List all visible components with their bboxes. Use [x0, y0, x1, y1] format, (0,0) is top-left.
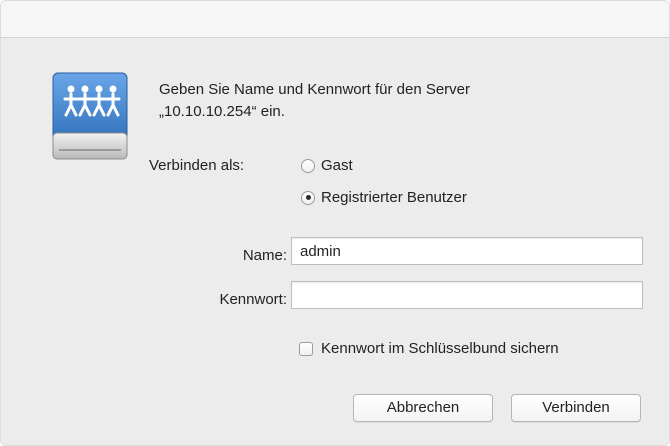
- dialog-message: Geben Sie Name und Kennwort für den Serv…: [159, 79, 639, 123]
- message-line-2: „10.10.10.254“ ein.: [159, 103, 285, 120]
- radio-registered-user[interactable]: Registrierter Benutzer: [301, 189, 467, 206]
- radio-guest-label: Gast: [321, 157, 353, 174]
- keychain-option[interactable]: Kennwort im Schlüsselbund sichern: [299, 340, 559, 357]
- name-field[interactable]: [291, 237, 643, 265]
- radio-guest[interactable]: Gast: [301, 157, 353, 174]
- radio-guest-button[interactable]: [301, 158, 315, 173]
- password-label: Kennwort:: [219, 291, 287, 308]
- login-dialog: Geben Sie Name und Kennwort für den Serv…: [0, 0, 670, 446]
- dialog-titlebar: [1, 1, 669, 38]
- radio-registered-user-button[interactable]: [301, 190, 315, 205]
- password-field[interactable]: [291, 281, 643, 309]
- message-line-1: Geben Sie Name und Kennwort für den Serv…: [159, 81, 471, 98]
- keychain-checkbox[interactable]: [299, 341, 313, 356]
- connect-button[interactable]: Verbinden: [511, 394, 641, 422]
- cancel-button[interactable]: Abbrechen: [353, 394, 493, 422]
- connect-as-label: Verbinden als:: [149, 157, 245, 174]
- radio-registered-user-label: Registrierter Benutzer: [321, 189, 467, 206]
- keychain-label: Kennwort im Schlüsselbund sichern: [321, 340, 559, 357]
- name-label: Name:: [242, 247, 287, 264]
- shared-network-drive-icon: [49, 71, 131, 167]
